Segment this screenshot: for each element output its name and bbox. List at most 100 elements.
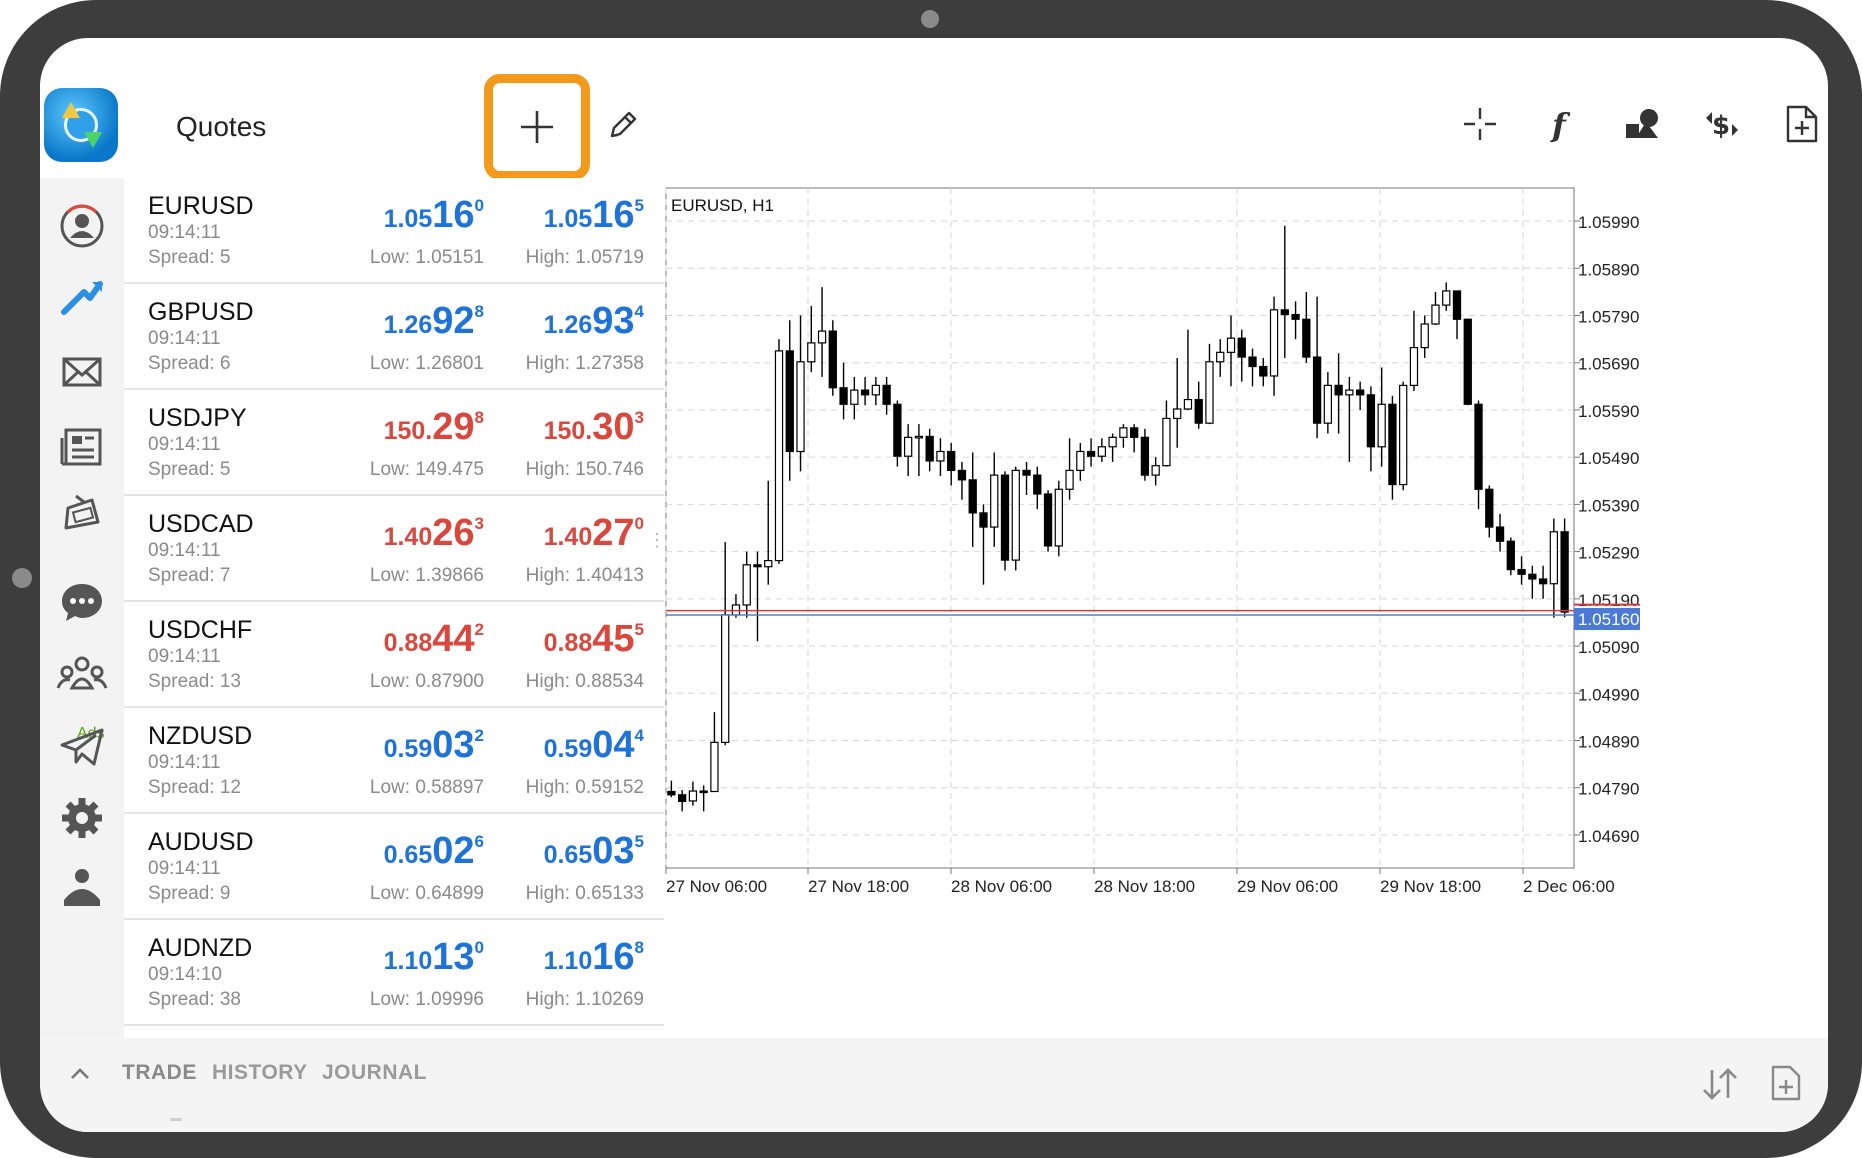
ads-icon[interactable] bbox=[54, 490, 110, 546]
high-value: High: 0.88534 bbox=[525, 671, 644, 692]
quote-row[interactable]: USDCAD 09:14:11 Spread: 7 1.40263 1.40270 Low… bbox=[124, 496, 664, 602]
ask-price[interactable]: 0.59044 bbox=[544, 724, 644, 767]
traders-icon[interactable] bbox=[54, 860, 110, 916]
bid-price[interactable]: 0.65026 bbox=[384, 830, 484, 873]
bid-price-prefix: 1.05 bbox=[383, 205, 433, 233]
mail-icon[interactable] bbox=[54, 344, 110, 400]
chart-title: EURUSD, H1 bbox=[671, 196, 774, 215]
quote-time: 09:14:11 bbox=[148, 434, 221, 455]
candle bbox=[1000, 471, 1010, 571]
chat-icon[interactable] bbox=[54, 574, 110, 630]
low-value: Low: 0.58897 bbox=[369, 777, 484, 798]
new-document-icon[interactable] bbox=[1770, 1064, 1802, 1107]
bid-price-prefix: 150. bbox=[383, 417, 433, 445]
settings-icon[interactable] bbox=[54, 790, 110, 846]
low-value: Low: 1.05151 bbox=[369, 247, 484, 268]
ask-price[interactable]: 150.303 bbox=[544, 406, 644, 449]
bid-price[interactable]: 1.40263 bbox=[384, 512, 484, 555]
candle bbox=[1399, 381, 1408, 491]
side-navigation: Ads bbox=[40, 178, 124, 1038]
ask-price[interactable]: 1.26934 bbox=[544, 300, 644, 343]
y-tick-label: 1.05690 bbox=[1578, 355, 1639, 374]
y-tick-label: 1.05490 bbox=[1578, 449, 1639, 468]
quote-row[interactable]: NZDUSD 09:14:11 Spread: 12 0.59032 0.59044 Lo… bbox=[124, 708, 664, 814]
tab-indicator bbox=[170, 1118, 182, 1121]
crosshair-icon[interactable] bbox=[1460, 104, 1500, 149]
tab-trade[interactable]: TRADE bbox=[122, 1061, 197, 1085]
eurusd-chart[interactable]: 1.05990 1.05890 1.05790 1.05690 1.05590 1.054… bbox=[664, 178, 1828, 1048]
bid-price-point: 2 bbox=[474, 726, 484, 745]
new-order-icon[interactable] bbox=[1784, 104, 1820, 149]
bid-price[interactable]: 0.59032 bbox=[384, 724, 484, 767]
symbol-name: AUDNZD bbox=[148, 934, 253, 962]
ask-price-prefix: 1.10 bbox=[543, 947, 593, 975]
ask-price-pips: 30 bbox=[592, 406, 635, 448]
bid-price-pips: 16 bbox=[432, 194, 475, 236]
trade-icon[interactable] bbox=[54, 270, 110, 326]
bid-price[interactable]: 0.88442 bbox=[384, 618, 484, 661]
bid-price-pips: 29 bbox=[432, 406, 475, 448]
y-tick-label: 1.05890 bbox=[1578, 260, 1639, 279]
bid-price-pips: 44 bbox=[432, 618, 475, 660]
bid-price[interactable]: 150.298 bbox=[384, 406, 484, 449]
quote-row[interactable]: AUDUSD 09:14:11 Spread: 9 0.65026 0.65035 Low… bbox=[124, 814, 664, 920]
symbol-name: USDCHF bbox=[148, 616, 253, 644]
quote-row[interactable]: USDJPY 09:14:11 Spread: 5 150.298 150.303 Low… bbox=[124, 390, 664, 496]
bid-price[interactable]: 1.26928 bbox=[384, 300, 484, 343]
account-icon[interactable] bbox=[54, 198, 110, 254]
telegram-icon[interactable] bbox=[54, 718, 110, 774]
symbol-name: USDJPY bbox=[148, 404, 247, 432]
chevron-up-icon[interactable] bbox=[66, 1060, 94, 1093]
objects-icon[interactable] bbox=[1622, 104, 1662, 149]
quote-row[interactable]: USDCHF 09:14:11 Spread: 13 0.88442 0.88455 Lo… bbox=[124, 602, 664, 708]
high-value: High: 1.10269 bbox=[525, 989, 644, 1010]
ask-price-prefix: 1.05 bbox=[543, 205, 593, 233]
plot-frame bbox=[665, 187, 1575, 869]
quote-row[interactable]: GBPUSD 09:14:11 Spread: 6 1.26928 1.26934 Low… bbox=[124, 284, 664, 390]
add-symbol-button[interactable] bbox=[484, 74, 590, 180]
symbol-name: NZDUSD bbox=[148, 722, 253, 750]
ask-price-point: 4 bbox=[634, 726, 644, 745]
app-logo-icon[interactable] bbox=[44, 88, 118, 162]
bid-price[interactable]: 1.10130 bbox=[384, 936, 484, 979]
y-tick-label: 1.05090 bbox=[1578, 638, 1639, 657]
low-value: Low: 0.64899 bbox=[369, 883, 484, 904]
chart-area[interactable]: 1.05990 1.05890 1.05790 1.05690 1.05590 1.054… bbox=[664, 178, 1828, 1048]
svg-text:$: $ bbox=[1712, 111, 1730, 141]
news-icon[interactable] bbox=[54, 418, 110, 474]
tab-history[interactable]: HISTORY bbox=[212, 1061, 308, 1085]
edit-button[interactable] bbox=[606, 108, 640, 147]
community-icon[interactable] bbox=[54, 646, 110, 702]
candle bbox=[1043, 490, 1053, 552]
candle bbox=[1054, 480, 1063, 557]
y-tick-label: 1.05190 bbox=[1578, 591, 1639, 610]
ask-price[interactable]: 0.88455 bbox=[544, 618, 644, 661]
x-tick-label: 28 Nov 06:00 bbox=[951, 877, 1052, 896]
bid-price-prefix: 0.59 bbox=[383, 735, 433, 763]
x-tick-label: 29 Nov 18:00 bbox=[1380, 877, 1481, 896]
symbol-name: AUDUSD bbox=[148, 828, 254, 856]
ask-price-pips: 16 bbox=[592, 194, 635, 236]
ask-price-pips: 04 bbox=[592, 724, 635, 766]
y-tick-label: 1.04990 bbox=[1578, 685, 1639, 704]
ask-price-pips: 45 bbox=[592, 618, 635, 660]
indicators-icon[interactable]: f bbox=[1542, 104, 1582, 149]
bid-price[interactable]: 1.05160 bbox=[384, 194, 484, 237]
candle bbox=[893, 400, 902, 467]
ask-price[interactable]: 1.05165 bbox=[544, 194, 644, 237]
quote-row[interactable]: EURUSD 09:14:11 Spread: 5 1.05160 1.05165 Low… bbox=[124, 178, 664, 284]
ask-price-point: 5 bbox=[634, 196, 644, 215]
plus-icon bbox=[521, 111, 553, 143]
trade-dollar-icon[interactable]: $ bbox=[1702, 104, 1742, 149]
tab-journal[interactable]: JOURNAL bbox=[322, 1061, 427, 1085]
bid-price-pips: 13 bbox=[432, 936, 475, 978]
quote-row[interactable]: AUDNZD 09:14:10 Spread: 38 1.10130 1.10168 Lo… bbox=[124, 920, 664, 1026]
ask-price[interactable]: 0.65035 bbox=[544, 830, 644, 873]
high-value: High: 1.40413 bbox=[525, 565, 644, 586]
ask-price[interactable]: 1.10168 bbox=[544, 936, 644, 979]
bid-price-point: 0 bbox=[474, 196, 484, 215]
y-tick-label: 1.05790 bbox=[1578, 308, 1639, 327]
bid-price-point: 8 bbox=[474, 408, 484, 427]
ask-price[interactable]: 1.40270 bbox=[544, 512, 644, 555]
sort-icon[interactable] bbox=[1700, 1066, 1740, 1107]
